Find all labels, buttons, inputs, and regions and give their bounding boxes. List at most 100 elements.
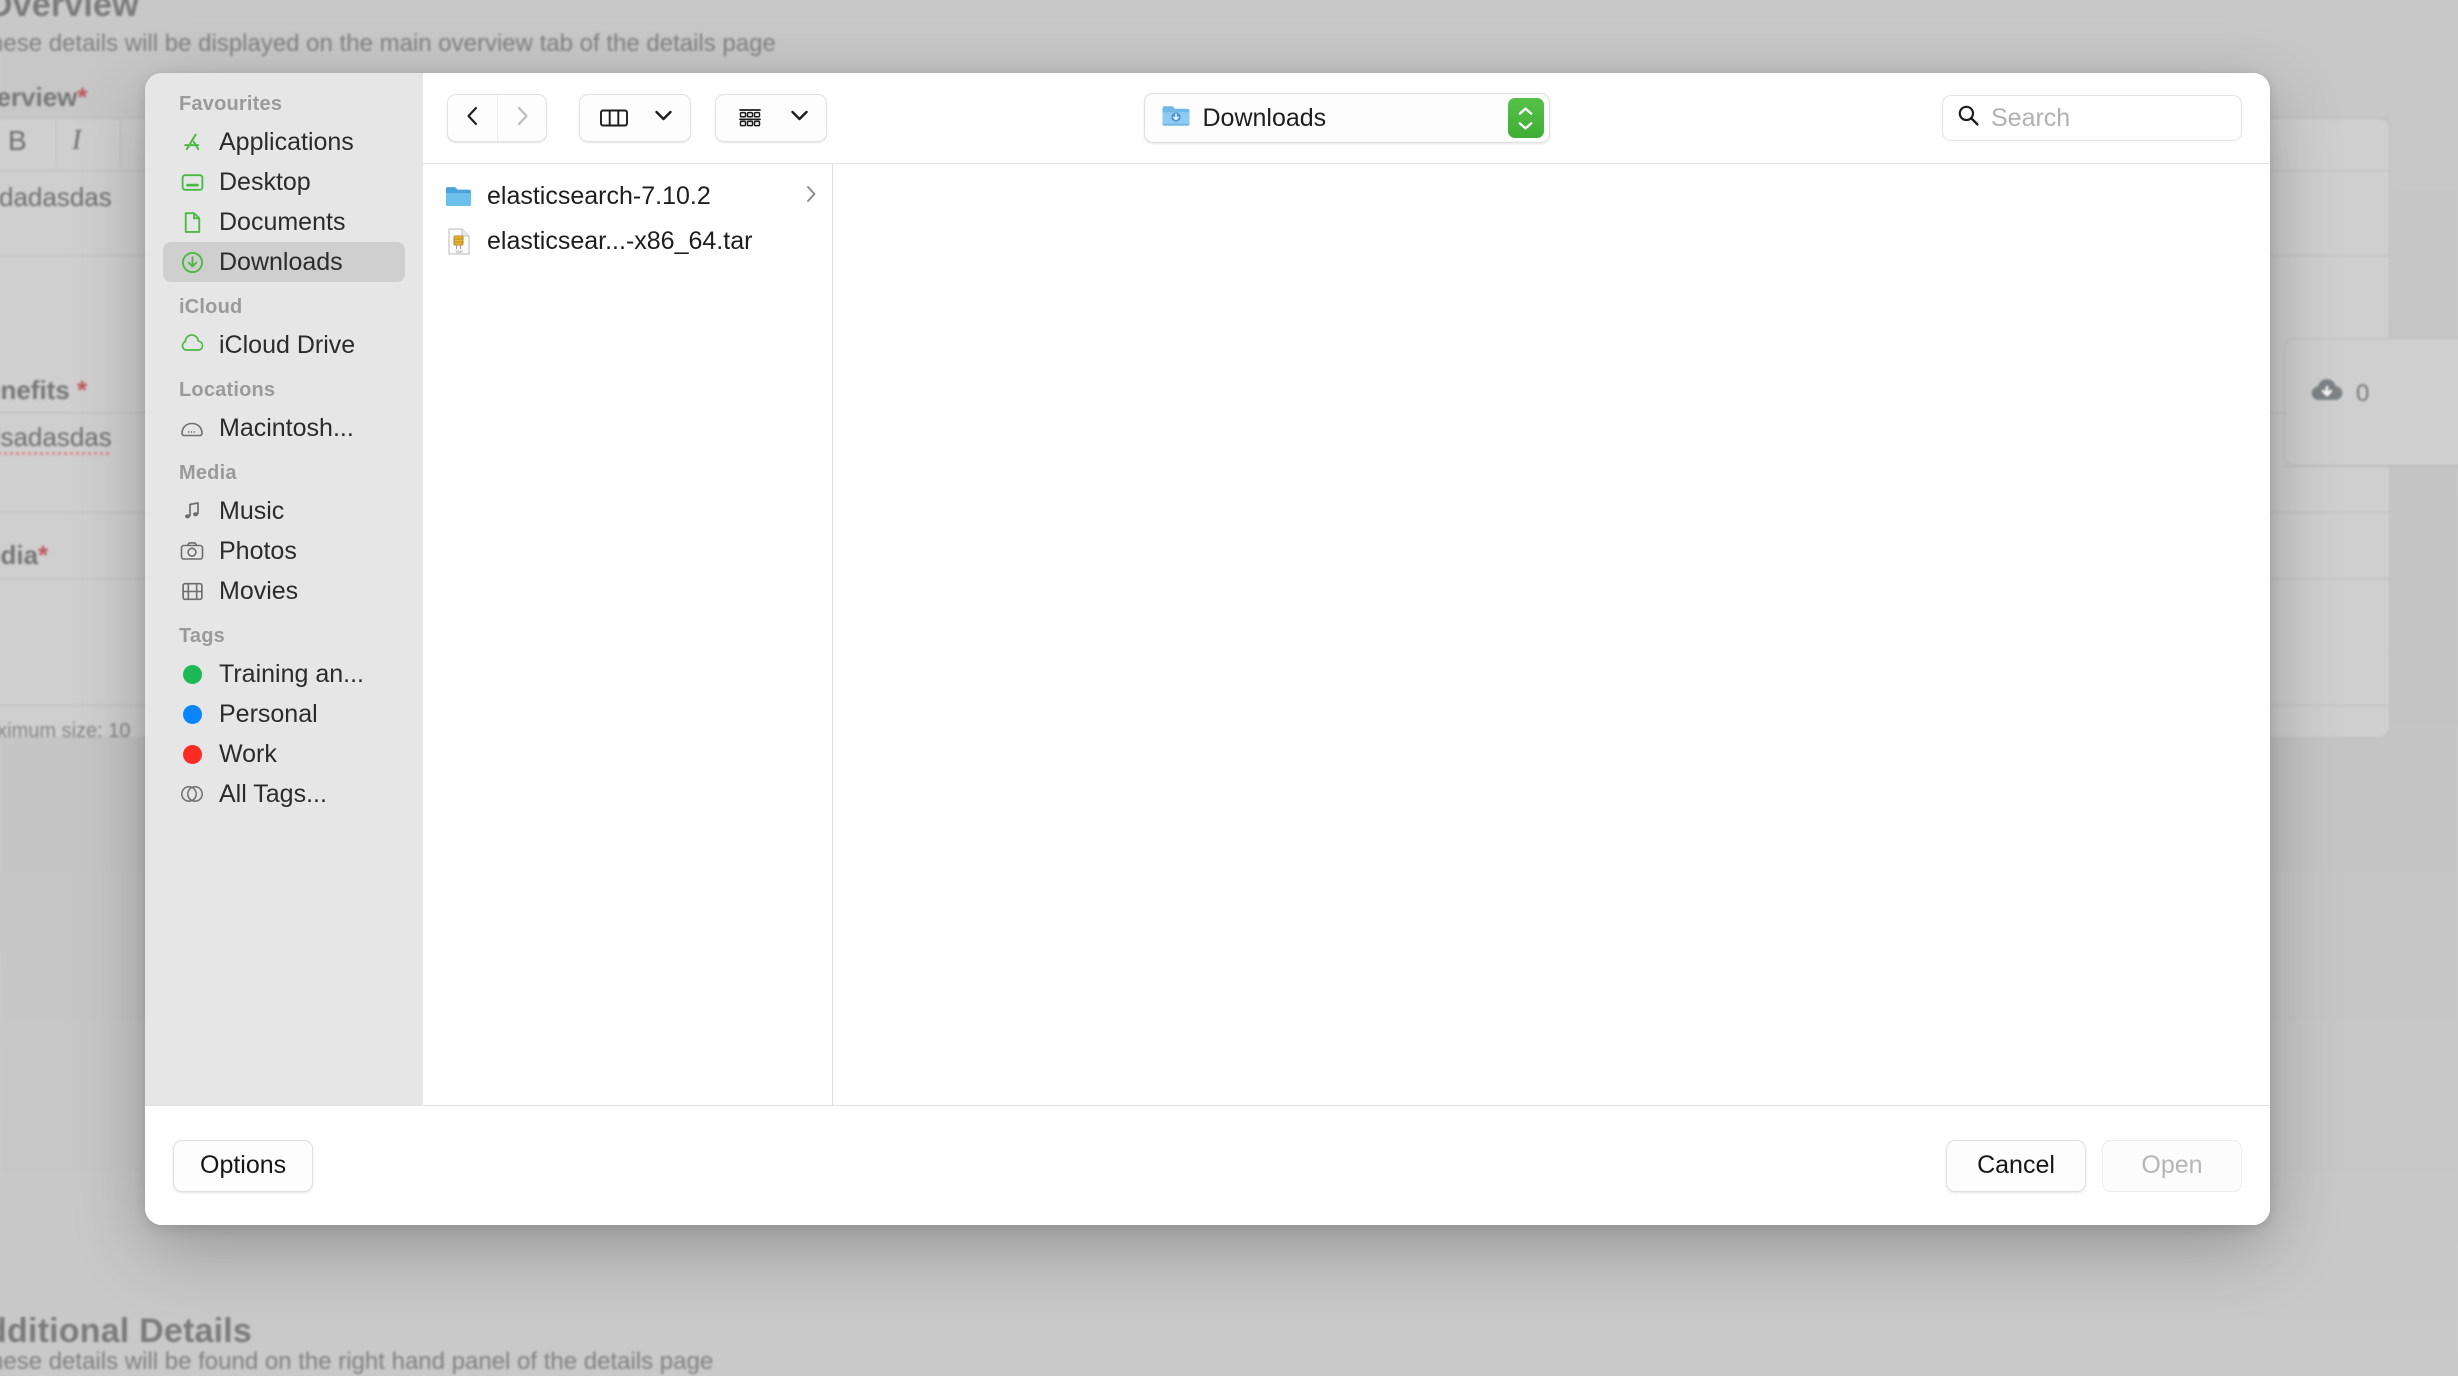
svg-text:TAR: TAR <box>455 249 463 254</box>
applications-icon <box>179 129 205 155</box>
search-input-placeholder: Search <box>1991 104 2070 133</box>
sidebar-item-label: Training an... <box>219 660 364 689</box>
sidebar-group-title-icloud: iCloud <box>145 296 423 325</box>
bg-required-mark-benefits: * <box>77 375 87 405</box>
file-row[interactable]: TAR elasticsear...-x86_64.tar <box>423 219 832 264</box>
bg-field-value-benefits: dsadasdas <box>0 422 112 453</box>
group-by-icon <box>722 106 778 130</box>
music-note-icon <box>179 498 205 524</box>
sidebar-group-icloud: iCloud iCloud Drive <box>145 296 423 365</box>
view-mode-button[interactable] <box>579 94 691 142</box>
search-field[interactable]: Search <box>1942 95 2242 141</box>
chevron-left-icon <box>463 104 482 133</box>
chevron-right-icon <box>804 182 818 211</box>
chevron-down-icon <box>654 109 673 127</box>
sidebar-item-macintosh-hd[interactable]: Macintosh... <box>163 408 405 448</box>
file-name: elasticsearch-7.10.2 <box>487 182 790 211</box>
back-button[interactable] <box>448 95 497 141</box>
sidebar-item-label: Desktop <box>219 168 311 197</box>
sidebar-group-locations: Locations Macintosh... <box>145 379 423 448</box>
documents-icon <box>179 209 205 235</box>
cloud-download-icon <box>2310 378 2344 409</box>
search-icon <box>1957 104 1980 132</box>
bg-upload-count: 0 <box>2310 378 2369 409</box>
sidebar-item-tag-work[interactable]: Work <box>163 734 405 774</box>
sidebar-group-favourites: Favourites Applications Desktop <box>145 93 423 282</box>
sidebar-item-label: Documents <box>219 208 345 237</box>
sidebar-group-title-favourites: Favourites <box>145 93 423 122</box>
bg-field-label-benefits-text: enefits <box>0 375 70 405</box>
bg-media-hint: aximum size: 10 <box>0 720 131 743</box>
sidebar-item-label: Work <box>219 740 277 769</box>
downloads-folder-icon <box>1161 103 1191 133</box>
bg-field-label-media: edia* <box>0 540 48 571</box>
bg-editor-italic-button: I <box>72 125 81 157</box>
bg-upload-count-value: 0 <box>2356 380 2369 408</box>
group-by-chevron[interactable] <box>778 109 820 127</box>
desktop-icon <box>179 169 205 195</box>
sidebar-group-media: Media Music Photos <box>145 462 423 611</box>
tag-dot-red-icon <box>179 741 205 767</box>
group-by-button[interactable] <box>715 94 827 142</box>
sidebar-item-label: Music <box>219 497 284 526</box>
bg-section-desc-additional: hese details will be found on the right … <box>0 1348 713 1376</box>
sidebar-item-label: Personal <box>219 700 318 729</box>
tag-dot-blue-icon <box>179 701 205 727</box>
column-view-icon <box>586 106 642 130</box>
sidebar-item-downloads[interactable]: Downloads <box>163 242 405 282</box>
sidebar-item-desktop[interactable]: Desktop <box>163 162 405 202</box>
sidebar-item-applications[interactable]: Applications <box>163 122 405 162</box>
sidebar: Favourites Applications Desktop <box>145 73 423 1105</box>
file-row[interactable]: elasticsearch-7.10.2 <box>423 174 832 219</box>
content-area: Downloads Search <box>423 73 2270 1105</box>
file-open-dialog: Favourites Applications Desktop <box>145 73 2270 1225</box>
file-name: elasticsear...-x86_64.tar <box>487 227 818 256</box>
sidebar-item-all-tags[interactable]: All Tags... <box>163 774 405 814</box>
sidebar-item-tag-training[interactable]: Training an... <box>163 654 405 694</box>
sidebar-item-photos[interactable]: Photos <box>163 531 405 571</box>
bg-field-label-media-text: edia <box>0 540 38 570</box>
sidebar-item-label: Movies <box>219 577 298 606</box>
sidebar-item-label: Applications <box>219 128 354 157</box>
sidebar-item-icloud-drive[interactable]: iCloud Drive <box>163 325 405 365</box>
all-tags-icon <box>179 781 205 807</box>
stepper-up-down-icon[interactable] <box>1508 98 1544 138</box>
folder-icon <box>445 183 473 211</box>
sidebar-item-label: All Tags... <box>219 780 327 809</box>
path-popup-button[interactable]: Downloads <box>1144 93 1550 143</box>
forward-button[interactable] <box>497 95 546 141</box>
chevron-down-icon <box>790 109 809 127</box>
cancel-button[interactable]: Cancel <box>1946 1140 2086 1192</box>
bg-field-label-benefits: enefits * <box>0 375 87 406</box>
hard-disk-icon <box>179 415 205 441</box>
open-button[interactable]: Open <box>2102 1140 2242 1192</box>
film-icon <box>179 578 205 604</box>
chevron-right-icon <box>513 104 532 133</box>
sidebar-item-music[interactable]: Music <box>163 491 405 531</box>
sidebar-item-label: Photos <box>219 537 297 566</box>
sidebar-item-movies[interactable]: Movies <box>163 571 405 611</box>
sidebar-group-title-media: Media <box>145 462 423 491</box>
bg-field-value-overview: sdadasdas <box>0 182 112 213</box>
options-button[interactable]: Options <box>173 1140 313 1192</box>
bg-section-title-overview: Overview <box>0 0 139 25</box>
sidebar-item-label: Macintosh... <box>219 414 354 443</box>
bg-editor-bold-button: B <box>8 125 27 157</box>
path-popup-label: Downloads <box>1203 104 1508 133</box>
view-mode-chevron[interactable] <box>642 109 684 127</box>
file-browser: elasticsearch-7.10.2 <box>423 163 2270 1105</box>
bg-required-mark-media: * <box>38 540 48 570</box>
sidebar-item-documents[interactable]: Documents <box>163 202 405 242</box>
sidebar-item-label: iCloud Drive <box>219 331 355 360</box>
sidebar-item-label: Downloads <box>219 248 343 277</box>
bg-required-mark: * <box>77 82 87 112</box>
icloud-drive-icon <box>179 332 205 358</box>
tar-archive-icon: TAR <box>445 228 473 256</box>
navigation-buttons <box>447 94 547 142</box>
file-column-2[interactable] <box>833 164 2270 1105</box>
sidebar-group-title-tags: Tags <box>145 625 423 654</box>
sidebar-item-tag-personal[interactable]: Personal <box>163 694 405 734</box>
bg-field-label-overview: verview* <box>0 82 88 113</box>
toolbar: Downloads Search <box>423 73 2270 163</box>
dialog-footer: Options Cancel Open <box>145 1105 2270 1225</box>
